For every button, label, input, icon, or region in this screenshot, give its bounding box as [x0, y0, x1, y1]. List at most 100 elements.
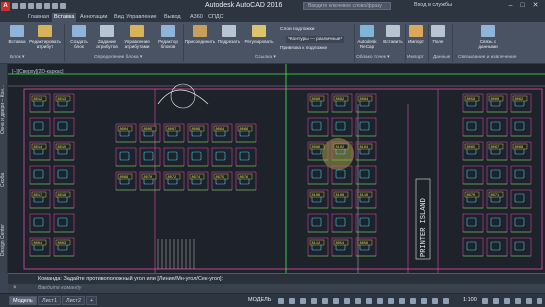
room-tag-text: 8086 — [312, 146, 321, 150]
undo-icon[interactable] — [52, 3, 58, 9]
plot-icon[interactable] — [44, 3, 50, 9]
group-point-cloud-label[interactable]: Облако точек ▾ — [356, 55, 390, 60]
layout1-tab[interactable]: Лист1 — [38, 296, 62, 305]
selection-cycling-icon[interactable] — [377, 298, 383, 304]
maximize-icon[interactable]: □ — [518, 1, 527, 10]
save-icon[interactable] — [28, 3, 34, 9]
isodraft-icon[interactable] — [322, 298, 328, 304]
object-snap-icon[interactable] — [344, 298, 350, 304]
save-as-icon[interactable] — [36, 3, 42, 9]
transparency-icon[interactable] — [366, 298, 372, 304]
customization-menu-icon[interactable] — [537, 298, 542, 304]
chair — [335, 217, 346, 227]
command-input[interactable]: Введите команду — [8, 284, 545, 293]
room-tag: 8065 — [464, 143, 480, 150]
room-tag: 8068 — [117, 173, 133, 180]
underlay-layers-button[interactable]: Слои подложки — [280, 27, 314, 32]
annotation-scale-dropdown[interactable]: 1:100 — [460, 296, 480, 305]
quick-properties-icon[interactable] — [515, 298, 521, 304]
palette-tab-design-center[interactable]: Design Center — [0, 210, 8, 270]
edit-attribute-button[interactable]: Редактировать атрибут — [28, 25, 62, 49]
manage-attributes-button[interactable]: Управление атрибутами — [120, 25, 154, 49]
workstation — [510, 165, 532, 185]
room-tag: 8080 — [309, 95, 325, 102]
autodesk-recap-button[interactable]: Autodesk ReCap — [352, 25, 382, 49]
gizmo-icon[interactable] — [421, 298, 427, 304]
workstation — [510, 237, 532, 257]
import-icon — [409, 25, 423, 37]
new-file-icon[interactable] — [12, 3, 18, 9]
command-history: Команда: Задайте противоположный угол ил… — [8, 273, 545, 284]
tab-a360[interactable]: A360 — [188, 13, 205, 22]
workstation — [355, 213, 377, 233]
snap-underlay-button[interactable]: Привязка к подложке — [280, 46, 327, 51]
annotation-monitor-icon[interactable] — [493, 298, 499, 304]
selection-filter-icon[interactable] — [410, 298, 416, 304]
layout2-tab[interactable]: Лист2 — [62, 296, 86, 305]
add-layout-tab[interactable]: + — [86, 296, 98, 305]
chair — [490, 241, 501, 251]
room-tag-text: 8013 — [58, 98, 67, 102]
field-button[interactable]: Поле — [426, 25, 450, 44]
search-input[interactable]: Введите ключевое слово/фразу — [303, 2, 391, 10]
room-tag-text: 8070 — [144, 176, 153, 180]
tab-spds[interactable]: СПДС — [206, 13, 226, 22]
autocad-logo-icon[interactable]: A — [1, 1, 10, 11]
group-block-label[interactable]: Блок ▾ — [10, 55, 24, 60]
clip-button[interactable]: Подрезать — [215, 25, 243, 44]
group-reference-label[interactable]: Ссылка ▾ — [255, 55, 276, 60]
tab-annotate[interactable]: Аннотации — [78, 13, 110, 22]
model-space-button[interactable]: МОДЕЛЬ — [245, 296, 274, 305]
minimize-icon[interactable]: – — [506, 1, 515, 10]
attach-icon — [193, 25, 207, 37]
group-import-label: Импорт — [407, 55, 424, 60]
dynamic-ucs-icon[interactable] — [399, 298, 405, 304]
chair — [466, 169, 477, 179]
room-tag-text: 8106 — [312, 194, 321, 198]
tab-output[interactable]: Вывод — [162, 13, 183, 22]
block-editor-button[interactable]: Редактор блоков — [153, 25, 183, 49]
auto-scale-icon[interactable] — [443, 298, 449, 304]
model-tab[interactable]: Модель — [9, 296, 37, 305]
drawing-viewport[interactable]: 8012 8013 8014 8015 8017 8019 8001 8003 8004 8005… — [8, 64, 545, 273]
ortho-icon[interactable] — [300, 298, 306, 304]
floor-plan-drawing[interactable]: 8012 8013 8014 8015 8017 8019 8001 8003 8004 8005… — [8, 64, 545, 273]
viewport-controls-label[interactable]: [−][Сверху][2D-каркас] — [12, 69, 63, 75]
redo-icon[interactable] — [60, 3, 66, 9]
close-command-icon[interactable]: × — [13, 285, 18, 291]
tab-insert[interactable]: Вставка — [52, 13, 77, 22]
frames-dropdown[interactable]: *Контуры — различные* — [286, 36, 345, 43]
units-icon[interactable] — [504, 298, 510, 304]
3d-osnap-icon[interactable] — [388, 298, 394, 304]
object-snap-tracking-icon[interactable] — [333, 298, 339, 304]
room-tag-text: 8108 — [336, 194, 345, 198]
attach-button[interactable]: Присоединить — [182, 25, 218, 44]
tab-manage[interactable]: Управление — [124, 13, 159, 22]
polar-icon[interactable] — [311, 298, 317, 304]
annotation-visibility-icon[interactable] — [432, 298, 438, 304]
create-block-button[interactable]: Создать блок — [66, 25, 92, 49]
palette-tab-windows[interactable]: Окна и двери – Кон... — [0, 68, 8, 150]
room-tag-text: 8082 — [336, 98, 345, 102]
isolate-objects-icon[interactable] — [526, 298, 532, 304]
adjust-button[interactable]: Регулировать — [242, 25, 276, 44]
room-tag-text: 8076 — [240, 176, 249, 180]
room-tag: 8058 — [464, 95, 480, 102]
palette-tab-bracket[interactable]: Скоба — [0, 158, 8, 202]
sign-in-link[interactable]: Вход в службы — [414, 2, 452, 8]
group-linking-label[interactable]: Связывание и извлечение — [458, 55, 517, 60]
grid-icon[interactable] — [278, 298, 284, 304]
tab-home[interactable]: Главная — [26, 13, 51, 22]
lineweight-icon[interactable] — [355, 298, 361, 304]
data-link-button[interactable]: Связь с данными — [470, 25, 506, 49]
group-block-definition-label[interactable]: Определение блока ▾ — [94, 55, 142, 60]
room-tag-text: 8004 — [120, 128, 129, 132]
room-tag: 8007 — [165, 125, 181, 132]
workspace-gear-icon[interactable] — [482, 298, 488, 304]
chair — [466, 217, 477, 227]
close-icon[interactable]: ✕ — [531, 1, 540, 10]
room-tag-text: 8017 — [34, 194, 43, 198]
define-attributes-button[interactable]: Задание атрибутов — [92, 25, 122, 49]
open-file-icon[interactable] — [20, 3, 26, 9]
snap-icon[interactable] — [289, 298, 295, 304]
